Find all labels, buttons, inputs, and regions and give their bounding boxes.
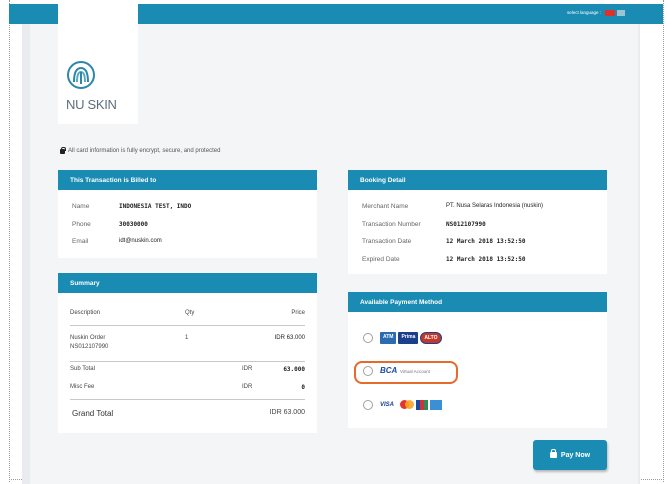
booking-panel: Booking Detail Merchant Name PT. Nusa Se… bbox=[348, 170, 607, 274]
brand-name: NU SKIN bbox=[66, 97, 117, 112]
payment-radio-card[interactable] bbox=[363, 400, 373, 410]
guide-right bbox=[663, 0, 664, 482]
subtotal-value: 63.000 bbox=[283, 366, 305, 373]
summary-order-row: Nuskin Order NS012107990 1 IDR 63.000 bbox=[70, 335, 305, 355]
lock-icon bbox=[60, 146, 66, 154]
col-description: Description bbox=[70, 310, 101, 316]
pay-now-label: Pay Now bbox=[560, 451, 591, 459]
order-price: IDR 63.000 bbox=[274, 335, 305, 341]
booking-label: Expired Date bbox=[362, 256, 400, 263]
alto-logo: ALTO bbox=[420, 332, 442, 344]
billed-label: Email bbox=[72, 238, 89, 245]
guide-left bbox=[9, 0, 10, 482]
billed-value: INDONESIA TEST, INDO bbox=[119, 203, 192, 210]
billed-panel: This Transaction is Billed to Name INDON… bbox=[58, 170, 317, 258]
col-qty: Qty bbox=[185, 310, 195, 316]
summary-panel: Summary Description Qty Price Nuskin Ord… bbox=[58, 273, 317, 433]
visa-logo: VISA bbox=[380, 402, 395, 408]
misc-label: Misc Fee bbox=[70, 384, 95, 390]
mastercard-icon bbox=[400, 400, 414, 410]
bca-highlight-outline bbox=[354, 361, 458, 384]
booking-label: Transaction Number bbox=[362, 221, 421, 228]
order-name: Nuskin Order bbox=[70, 335, 106, 341]
billed-value: idt@nuskin.com bbox=[119, 238, 162, 244]
language-flag-english[interactable] bbox=[617, 10, 625, 16]
secure-notice: All card information is fully encrypt, s… bbox=[60, 146, 221, 154]
secure-notice-text: All card information is fully encrypt, s… bbox=[68, 148, 221, 154]
language-flag-indonesia[interactable] bbox=[605, 10, 615, 16]
billed-value: 30030000 bbox=[119, 221, 148, 228]
pay-now-button[interactable]: Pay Now bbox=[533, 440, 607, 470]
col-price: Price bbox=[291, 310, 305, 316]
divider bbox=[70, 361, 305, 362]
booking-value: 12 March 2018 13:52:50 bbox=[446, 256, 526, 263]
order-qty: 1 bbox=[185, 335, 189, 341]
grand-total-value: IDR 63.000 bbox=[269, 409, 305, 416]
billed-panel-title: This Transaction is Billed to bbox=[58, 170, 317, 190]
atm-logo: ATM bbox=[380, 332, 397, 344]
grand-total-label: Grand Total bbox=[72, 409, 114, 418]
order-number: NS012107990 bbox=[70, 344, 109, 350]
booking-value: NS012107990 bbox=[446, 221, 486, 228]
grand-total-row: Grand Total IDR 63.000 bbox=[70, 409, 305, 421]
shopping-bag-icon bbox=[549, 449, 557, 458]
atm-logos: ATM Prima ALTO bbox=[380, 332, 442, 344]
divider bbox=[70, 399, 305, 400]
booking-label: Transaction Date bbox=[362, 238, 412, 245]
nuskin-logo-icon bbox=[67, 61, 95, 89]
booking-value: 12 March 2018 13:52:50 bbox=[446, 238, 526, 245]
summary-panel-title: Summary bbox=[58, 273, 317, 293]
jcb-icon bbox=[416, 400, 428, 410]
subtotal-label: Sub Total bbox=[70, 366, 95, 372]
divider bbox=[70, 325, 305, 326]
subtotal-currency: IDR bbox=[242, 366, 253, 372]
payment-panel-title: Available Payment Method bbox=[348, 292, 607, 312]
payment-radio-atm[interactable] bbox=[363, 333, 373, 343]
page-frame: select language : NU SKIN All card infor… bbox=[0, 0, 667, 484]
billed-label: Phone bbox=[72, 221, 91, 228]
billed-label: Name bbox=[72, 203, 90, 210]
booking-value: PT. Nusa Selaras Indonesia (nuskin) bbox=[446, 203, 544, 209]
subtotal-row: Sub Total IDR 63.000 bbox=[70, 366, 305, 376]
summary-header-row: Description Qty Price bbox=[70, 310, 305, 320]
misc-currency: IDR bbox=[242, 384, 253, 390]
misc-value: 0 bbox=[301, 384, 305, 391]
payment-panel: Available Payment Method ATM Prima ALTO … bbox=[348, 292, 607, 428]
language-label: select language : bbox=[566, 10, 601, 15]
amex-icon bbox=[430, 400, 442, 410]
prima-logo: Prima bbox=[398, 332, 419, 344]
misc-fee-row: Misc Fee IDR 0 bbox=[70, 384, 305, 394]
brand-logo-box: NU SKIN bbox=[58, 4, 138, 124]
booking-panel-title: Booking Detail bbox=[348, 170, 607, 190]
booking-label: Merchant Name bbox=[362, 203, 409, 210]
